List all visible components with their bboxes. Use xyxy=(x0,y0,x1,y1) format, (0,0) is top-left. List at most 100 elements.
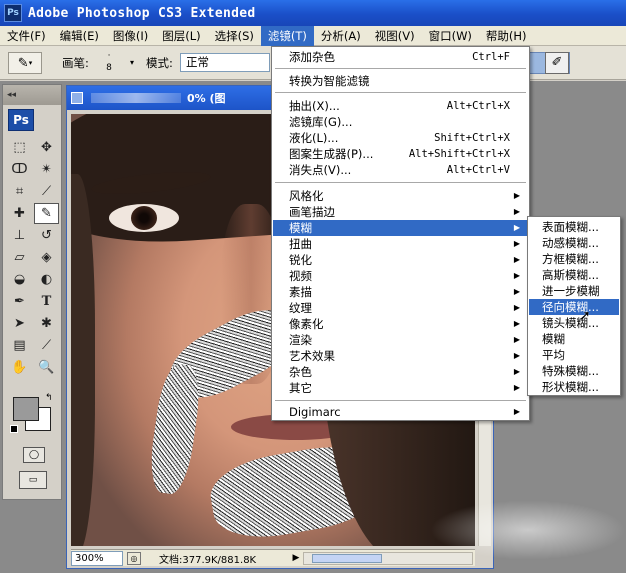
filter-sharpen[interactable]: 锐化 ▶ xyxy=(273,252,528,268)
pen-tool-icon[interactable]: ✒ xyxy=(7,291,32,312)
slice-tool-icon[interactable]: ⟋ xyxy=(34,181,59,202)
document-title: 0% (图 xyxy=(187,92,226,105)
healing-brush-tool-icon[interactable]: ✚ xyxy=(7,203,32,224)
filter-brush-strokes[interactable]: 画笔描边 ▶ xyxy=(273,204,528,220)
watermark-glow xyxy=(430,500,626,560)
submenu-arrow-icon: ▶ xyxy=(513,239,520,248)
menu-image[interactable]: 图像(I) xyxy=(106,26,155,46)
clone-stamp-tool-icon[interactable]: ⊥ xyxy=(7,225,32,246)
photo-iris xyxy=(131,206,157,230)
filter-gallery[interactable]: 滤镜库(G)... xyxy=(273,114,528,130)
magic-wand-tool-icon[interactable]: ✴ xyxy=(34,159,59,180)
hand-tool-icon[interactable]: ✋ xyxy=(7,357,32,378)
filter-noise[interactable]: 杂色 ▶ xyxy=(273,364,528,380)
eraser-tool-icon[interactable]: ▱ xyxy=(7,247,32,268)
blur-average[interactable]: 平均 xyxy=(529,347,619,363)
lasso-tool-icon[interactable]: ↀ xyxy=(7,159,32,180)
ps-badge: Ps xyxy=(8,109,34,131)
paint-bucket-tool-icon[interactable]: ◈ xyxy=(34,247,59,268)
menu-view[interactable]: 视图(V) xyxy=(368,26,422,46)
submenu-arrow-icon: ▶ xyxy=(513,319,520,328)
app-logo-icon: Ps xyxy=(4,4,22,22)
mouse-cursor-icon: ➚ xyxy=(579,308,591,324)
eyedropper-tool-icon[interactable]: ⟋ xyxy=(34,335,59,356)
blur-smart[interactable]: 特殊模糊... xyxy=(529,363,619,379)
filter-digimarc[interactable]: Digimarc ▶ xyxy=(273,404,528,420)
swap-colors-icon[interactable]: ↰ xyxy=(45,393,53,403)
notes-tool-icon[interactable]: ▤ xyxy=(7,335,32,356)
filter-blur[interactable]: 模糊 ▶ xyxy=(273,220,528,236)
menu-edit[interactable]: 编辑(E) xyxy=(53,26,106,46)
menu-help[interactable]: 帮助(H) xyxy=(479,26,534,46)
blur-blur[interactable]: 模糊 xyxy=(529,331,619,347)
document-size-info: 文档:377.9K/881.8K xyxy=(159,554,257,566)
menu-file[interactable]: 文件(F) xyxy=(0,26,53,46)
tool-preset-picker[interactable]: ✎ ▾ xyxy=(8,52,42,74)
submenu-arrow-icon: ▶ xyxy=(513,351,520,360)
scroll-thumb[interactable] xyxy=(312,553,382,563)
zoom-tool-icon[interactable]: 🔍 xyxy=(34,357,59,378)
default-colors-icon[interactable] xyxy=(10,425,18,433)
menu-analysis[interactable]: 分析(A) xyxy=(314,26,368,46)
brush-dropdown-icon[interactable]: ▾ xyxy=(130,58,134,67)
marquee-tool-icon[interactable]: ⬚ xyxy=(7,137,32,158)
palette-collapse-icon[interactable]: ◂◂ xyxy=(3,85,61,105)
brush-size: 8 xyxy=(106,63,112,73)
history-brush-tool-icon[interactable]: ↺ xyxy=(34,225,59,246)
filter-extract[interactable]: 抽出(X)... Alt+Ctrl+X xyxy=(273,98,528,114)
filter-pixelate[interactable]: 像素化 ▶ xyxy=(273,316,528,332)
blur-radial[interactable]: 径向模糊... xyxy=(529,299,619,315)
menu-filter[interactable]: 滤镜(T) xyxy=(260,25,314,46)
crop-tool-icon[interactable]: ⌗ xyxy=(7,181,32,202)
brush-picker[interactable]: · 8 xyxy=(98,50,120,76)
zoom-level-field[interactable]: 300% xyxy=(71,550,123,566)
blur-shape[interactable]: 形状模糊... xyxy=(529,379,619,395)
filter-sketch[interactable]: 素描 ▶ xyxy=(273,284,528,300)
type-tool-icon[interactable]: T xyxy=(34,291,59,312)
foreground-color-swatch[interactable] xyxy=(13,397,39,421)
menu-window[interactable]: 窗口(W) xyxy=(422,26,479,46)
filter-convert-smart[interactable]: 转换为智能滤镜 xyxy=(273,73,528,89)
blur-more[interactable]: 进一步模糊 xyxy=(529,283,619,299)
mode-select[interactable]: 正常 xyxy=(180,53,270,72)
path-selection-tool-icon[interactable]: ➤ xyxy=(7,313,32,334)
blur-surface[interactable]: 表面模糊... xyxy=(529,219,619,235)
blur-box[interactable]: 方框模糊... xyxy=(529,251,619,267)
move-tool-icon[interactable]: ✥ xyxy=(34,137,59,158)
app-title: Adobe Photoshop CS3 Extended xyxy=(28,5,256,21)
noise-selection-cheek xyxy=(146,361,204,497)
screen-mode-icon: ▭ xyxy=(28,475,38,485)
filter-menu-dropdown: 添加杂色 Ctrl+F 转换为智能滤镜 抽出(X)... Alt+Ctrl+X 滤镜… xyxy=(271,46,530,421)
menu-select[interactable]: 选择(S) xyxy=(208,26,261,46)
shape-tool-icon[interactable]: ✱ xyxy=(34,313,59,334)
filter-vanishing-point[interactable]: 消失点(V)... Alt+Ctrl+V xyxy=(273,162,528,178)
filter-artistic[interactable]: 艺术效果 ▶ xyxy=(273,348,528,364)
menu-separator xyxy=(275,68,526,69)
filter-texture[interactable]: 纹理 ▶ xyxy=(273,300,528,316)
title-bar: Ps Adobe Photoshop CS3 Extended xyxy=(0,0,626,26)
filter-last-filter[interactable]: 添加杂色 Ctrl+F xyxy=(273,49,528,65)
blur-motion[interactable]: 动感模糊... xyxy=(529,235,619,251)
tool-grid: ⬚ ✥ ↀ ✴ ⌗ ⟋ ✚ ✎ ⊥ ↺ ▱ ◈ ◒ ◐ ✒ T ➤ ✱ ▤ ⟋ … xyxy=(7,137,59,378)
screen-mode-button[interactable]: ▭ xyxy=(19,471,47,489)
filter-distort[interactable]: 扭曲 ▶ xyxy=(273,236,528,252)
filter-pattern-maker[interactable]: 图案生成器(P)... Alt+Shift+Ctrl+X xyxy=(273,146,528,162)
filter-render[interactable]: 渲染 ▶ xyxy=(273,332,528,348)
menu-layer[interactable]: 图层(L) xyxy=(155,26,207,46)
quick-mask-button[interactable]: ◯ xyxy=(23,447,45,463)
filter-video[interactable]: 视频 ▶ xyxy=(273,268,528,284)
blur-lens[interactable]: 镜头模糊... xyxy=(529,315,619,331)
filter-other[interactable]: 其它 ▶ xyxy=(273,380,528,396)
document-status-bar: 300% ◎ 文档:377.9K/881.8K ▶ xyxy=(71,549,475,566)
submenu-arrow-icon: ▶ xyxy=(513,223,520,232)
dodge-tool-icon[interactable]: ◐ xyxy=(34,269,59,290)
brush-tool-icon[interactable]: ✎ xyxy=(34,203,59,224)
blur-tool-icon[interactable]: ◒ xyxy=(7,269,32,290)
status-arrow-icon[interactable]: ▶ xyxy=(289,553,303,563)
airbrush-toggle-button[interactable]: ✐ xyxy=(545,52,569,74)
document-filename-blurred xyxy=(91,93,181,103)
blur-gaussian[interactable]: 高斯模糊... xyxy=(529,267,619,283)
filter-stylize[interactable]: 风格化 ▶ xyxy=(273,188,528,204)
filter-liquify[interactable]: 液化(L)... Shift+Ctrl+X xyxy=(273,130,528,146)
status-menu-icon[interactable]: ◎ xyxy=(127,551,141,565)
